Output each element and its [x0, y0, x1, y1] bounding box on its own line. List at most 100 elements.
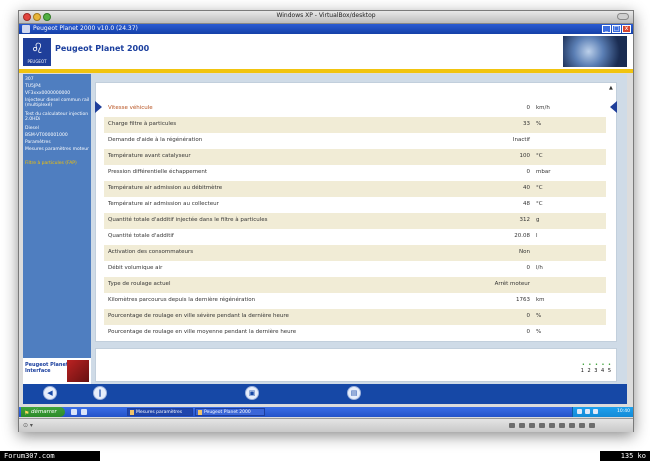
parameter-unit: %	[536, 313, 542, 319]
usb-icon[interactable]	[529, 423, 535, 428]
quicklaunch-ie-icon[interactable]	[71, 409, 77, 415]
table-row[interactable]: Charge filtre à particules 33 %	[104, 117, 606, 133]
vm-status-bar: ⊙ ▾	[19, 418, 633, 432]
start-button[interactable]: ⚑ démarrer	[21, 407, 65, 417]
parameter-value: 0	[526, 329, 531, 335]
parameter-label: Quantité totale d'additif injectée dans …	[108, 217, 268, 223]
bottom-pane: • • • • • 1 2 3 4 5	[95, 348, 617, 382]
parameter-label: Kilomètres parcourus depuis la dernière …	[108, 297, 256, 303]
sidebar-footer: Peugeot Planet Interface	[23, 358, 91, 384]
close-button[interactable]: x	[622, 25, 631, 33]
table-row[interactable]: Kilomètres parcourus depuis la dernière …	[104, 293, 606, 309]
parameter-value: Arrêt moteur	[494, 281, 530, 287]
app-heading: Peugeot Planet 2000	[55, 44, 150, 53]
back-icon[interactable]: ◀	[43, 386, 57, 400]
sidebar-item-measures[interactable]: Mesures paramètres moteur	[25, 147, 91, 152]
parameters-table: ▲ Vitesse véhicule 0 km/h Charge filtre …	[95, 82, 617, 342]
table-row[interactable]: Demande d'aide à la régénération Inactif	[104, 133, 606, 149]
parameter-value: 1763	[516, 297, 530, 303]
table-row[interactable]: Activation des consommateurs Non	[104, 245, 606, 261]
pager-pages[interactable]: 1 2 3 4 5	[581, 368, 612, 374]
parameter-unit: km	[536, 297, 545, 303]
taskbar-item-planet[interactable]: Peugeot Planet 2000	[195, 408, 265, 416]
mac-titlebar[interactable]: Windows XP - VirtualBox/desktop	[19, 11, 633, 24]
parameter-label: Quantité totale d'additif	[108, 233, 174, 239]
pause-icon[interactable]: ‖	[93, 386, 107, 400]
table-row[interactable]: Débit volumique air 0 l/h	[104, 261, 606, 277]
cd-icon[interactable]	[519, 423, 525, 428]
parameter-unit: °C	[536, 201, 543, 207]
maximize-button[interactable]: □	[612, 25, 621, 33]
mac-window-title: Windows XP - VirtualBox/desktop	[276, 12, 376, 19]
page: Windows XP - VirtualBox/desktop Peugeot …	[0, 0, 650, 461]
security-icon[interactable]	[593, 409, 598, 414]
network-icon[interactable]	[577, 409, 582, 414]
hdd-icon[interactable]	[509, 423, 515, 428]
parameter-value: 0	[526, 169, 531, 175]
toolbar-toggle-button[interactable]	[617, 13, 629, 20]
parameter-unit: km/h	[536, 105, 550, 111]
parameter-unit: %	[536, 121, 542, 127]
shared-folder-icon[interactable]	[549, 423, 555, 428]
app-icon	[22, 25, 30, 33]
print-icon[interactable]: ▤	[347, 386, 361, 400]
volume-icon[interactable]	[585, 409, 590, 414]
table-row[interactable]: Température air admission au collecteur …	[104, 197, 606, 213]
sidebar-item-vehicle[interactable]: 307	[25, 77, 91, 82]
parameter-label: Type de roulage actuel	[108, 281, 171, 287]
display-icon[interactable]	[559, 423, 565, 428]
table-row[interactable]: Vitesse véhicule 0 km/h	[104, 101, 606, 117]
parameter-label: Vitesse véhicule	[108, 105, 153, 111]
table-row[interactable]: Type de roulage actuel Arrêt moteur	[104, 277, 606, 293]
sidebar-item-dpf[interactable]: Filtre à particules (FAP)	[25, 161, 91, 166]
app-titlebar[interactable]: Peugeot Planet 2000 v10.0 (24.37) _ □ x	[19, 24, 633, 34]
table-row[interactable]: Température air admission au débitmètre …	[104, 181, 606, 197]
table-row[interactable]: Pourcentage de roulage en ville moyenne …	[104, 325, 606, 341]
windows-taskbar: ⚑ démarrer Mesures paramètres Peugeot Pl…	[19, 407, 633, 417]
parameter-value: 312	[519, 217, 531, 223]
app-window-title: Peugeot Planet 2000 v10.0 (24.37)	[33, 25, 138, 32]
network-adapter-icon[interactable]	[539, 423, 545, 428]
sidebar-item-parameters[interactable]: Paramètres	[25, 140, 91, 145]
table-row[interactable]: Pression différentielle échappement 0 mb…	[104, 165, 606, 181]
taskbar-item-measures[interactable]: Mesures paramètres	[127, 408, 193, 416]
bottom-toolbar: ◀ ‖ ▣ ▤	[23, 384, 627, 404]
minimize-button[interactable]: _	[602, 25, 611, 33]
keyboard-icon[interactable]	[589, 423, 595, 428]
table-row[interactable]: Quantité totale d'additif injectée dans …	[104, 213, 606, 229]
parameter-label: Charge filtre à particules	[108, 121, 177, 127]
sidebar-item-engine[interactable]: TU5JP4	[25, 84, 91, 89]
quicklaunch-desktop-icon[interactable]	[81, 409, 87, 415]
sidebar-item-fuel[interactable]: Diesel	[25, 126, 91, 131]
parameter-value: Inactif	[512, 137, 530, 143]
mouse-integration-icon[interactable]	[579, 423, 585, 428]
parameter-label: Température air admission au débitmètre	[108, 185, 223, 191]
vm-menu-icon[interactable]: ⊙ ▾	[23, 422, 33, 429]
parameter-unit: °C	[536, 153, 543, 159]
sidebar-item-reference[interactable]: BSM-VT000001000	[25, 133, 91, 138]
globe-banner-image	[563, 36, 627, 67]
peugeot-logo: ♌ PEUGEOT	[23, 38, 51, 66]
sidebar: 307 TU5JP4 VF3xxx0000000000 Injecteur di…	[23, 74, 91, 384]
parameter-unit: l	[536, 233, 538, 239]
watermark-right: 135 ko	[600, 451, 650, 461]
table-row[interactable]: Quantité totale d'additif 20.08 l	[104, 229, 606, 245]
parameter-label: Température air admission au collecteur	[108, 201, 219, 207]
sidebar-item-vin[interactable]: VF3xxx0000000000	[25, 91, 91, 96]
parameter-label: Demande d'aide à la régénération	[108, 137, 203, 143]
recording-icon[interactable]	[569, 423, 575, 428]
car-image	[67, 360, 89, 382]
parameter-value: 100	[519, 153, 531, 159]
table-row[interactable]: Pourcentage de roulage en ville sévère p…	[104, 309, 606, 325]
table-row[interactable]: Température avant catalyseur 100 °C	[104, 149, 606, 165]
task-label: Peugeot Planet 2000	[204, 410, 251, 415]
sidebar-item-ecu-type[interactable]: Injecteur diesel commun rail (multiplexé…	[25, 98, 91, 108]
parameter-unit: g	[536, 217, 540, 223]
task-app-icon	[198, 410, 202, 415]
selection-left-arrow-icon	[95, 101, 102, 113]
virtualbox-window: Windows XP - VirtualBox/desktop Peugeot …	[18, 10, 634, 432]
parameter-value: 33	[523, 121, 530, 127]
scroll-up-icon[interactable]: ▲	[609, 85, 615, 91]
sidebar-item-ecu-test[interactable]: Test du calculateur injection 2.0HDi	[25, 112, 91, 122]
save-icon[interactable]: ▣	[245, 386, 259, 400]
